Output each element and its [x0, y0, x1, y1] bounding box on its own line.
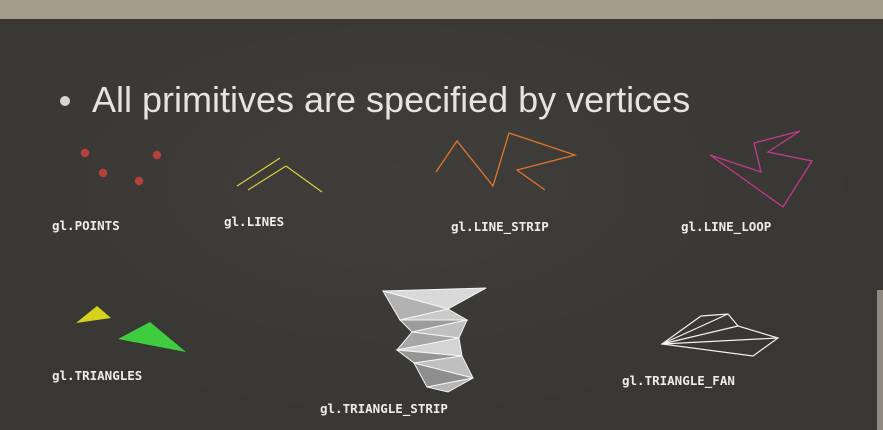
point: [152, 150, 162, 160]
label-triangles: gl.TRIANGLES: [52, 368, 143, 383]
triangle: [76, 306, 111, 323]
line-segment: [285, 165, 323, 193]
line-loop-figure: [709, 130, 814, 208]
label-lines: gl.LINES: [224, 214, 285, 229]
point: [98, 168, 108, 178]
label-points: gl.POINTS: [52, 218, 120, 233]
point: [80, 148, 90, 158]
label-line-loop: gl.LINE_LOOP: [681, 219, 772, 234]
points-figure: [80, 148, 162, 186]
label-triangle-strip: gl.TRIANGLE_STRIP: [320, 401, 448, 416]
label-line-strip: gl.LINE_STRIP: [451, 219, 549, 234]
line-segment: [236, 157, 281, 187]
triangle-strip-figure: [381, 287, 487, 393]
label-triangle-fan: gl.TRIANGLE_FAN: [622, 373, 735, 388]
point: [134, 176, 144, 186]
line-segment: [247, 165, 287, 191]
primitives-illustration: [76, 130, 814, 393]
line-strip-figure: [435, 132, 578, 191]
lines-figure: [236, 157, 323, 193]
triangles-figure: [76, 306, 186, 352]
right-edge-panel: [877, 290, 883, 430]
triangle-fan-figure: [660, 313, 780, 357]
triangle: [118, 322, 186, 352]
